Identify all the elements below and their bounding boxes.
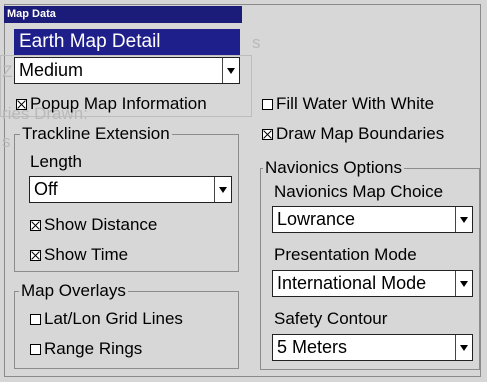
presentation-mode-dropdown[interactable]: International Mode xyxy=(272,270,473,297)
draw-boundaries-label: Draw Map Boundaries xyxy=(276,124,445,143)
safety-contour-dropdown[interactable]: 5 Meters xyxy=(272,334,473,361)
navionics-map-choice-label: Navionics Map Choice xyxy=(274,182,444,201)
popup-map-info-label: Popup Map Information xyxy=(30,94,207,113)
safety-contour-label: Safety Contour xyxy=(274,309,388,328)
length-value: Off xyxy=(34,179,58,199)
chevron-down-icon[interactable] xyxy=(455,335,472,360)
trackline-extension-title: Trackline Extension xyxy=(20,124,172,144)
checkbox-unchecked-icon[interactable] xyxy=(262,99,273,111)
map-overlays-title: Map Overlays xyxy=(19,281,128,301)
safety-contour-value: 5 Meters xyxy=(277,337,348,357)
checkbox-checked-icon[interactable] xyxy=(16,99,27,111)
latlon-grid-checkbox[interactable]: Lat/Lon Grid Lines xyxy=(30,309,183,329)
navionics-map-choice-value: Lowrance xyxy=(277,209,356,229)
presentation-mode-value: International Mode xyxy=(277,273,427,293)
earth-map-detail-label[interactable]: Earth Map Detail xyxy=(14,29,240,55)
map-detail-dropdown[interactable]: Medium xyxy=(14,57,240,84)
show-distance-label: Show Distance xyxy=(44,215,158,234)
range-rings-label: Range Rings xyxy=(44,339,143,358)
fill-water-checkbox[interactable]: Fill Water With White xyxy=(262,94,434,114)
navionics-options-title: Navionics Options xyxy=(263,158,405,178)
range-rings-checkbox[interactable]: Range Rings xyxy=(30,339,142,359)
background-ghost-text: Z xyxy=(2,62,13,81)
popup-map-info-checkbox[interactable]: Popup Map Information xyxy=(16,94,207,114)
checkbox-checked-icon[interactable] xyxy=(30,250,41,262)
background-ghost-text: s xyxy=(2,132,11,151)
length-dropdown[interactable]: Off xyxy=(29,176,232,203)
checkbox-checked-icon[interactable] xyxy=(262,129,273,141)
latlon-grid-label: Lat/Lon Grid Lines xyxy=(44,309,183,328)
navionics-map-choice-dropdown[interactable]: Lowrance xyxy=(272,206,473,233)
checkbox-unchecked-icon[interactable] xyxy=(30,344,41,356)
chevron-down-icon[interactable] xyxy=(455,207,472,232)
show-distance-checkbox[interactable]: Show Distance xyxy=(30,215,157,235)
map-detail-value: Medium xyxy=(19,60,84,80)
length-label: Length xyxy=(30,152,82,171)
chevron-down-icon[interactable] xyxy=(222,58,239,83)
presentation-mode-label: Presentation Mode xyxy=(274,245,417,264)
checkbox-checked-icon[interactable] xyxy=(30,220,41,232)
chevron-down-icon[interactable] xyxy=(455,271,472,296)
draw-boundaries-checkbox[interactable]: Draw Map Boundaries xyxy=(262,124,444,144)
show-time-label: Show Time xyxy=(44,245,129,264)
window-title-bar: Map Data xyxy=(4,6,242,23)
window-title: Map Data xyxy=(7,8,56,20)
background-ghost-text: s xyxy=(252,33,261,52)
fill-water-label: Fill Water With White xyxy=(276,94,435,113)
show-time-checkbox[interactable]: Show Time xyxy=(30,245,128,265)
chevron-down-icon[interactable] xyxy=(214,177,231,202)
checkbox-unchecked-icon[interactable] xyxy=(30,314,41,326)
